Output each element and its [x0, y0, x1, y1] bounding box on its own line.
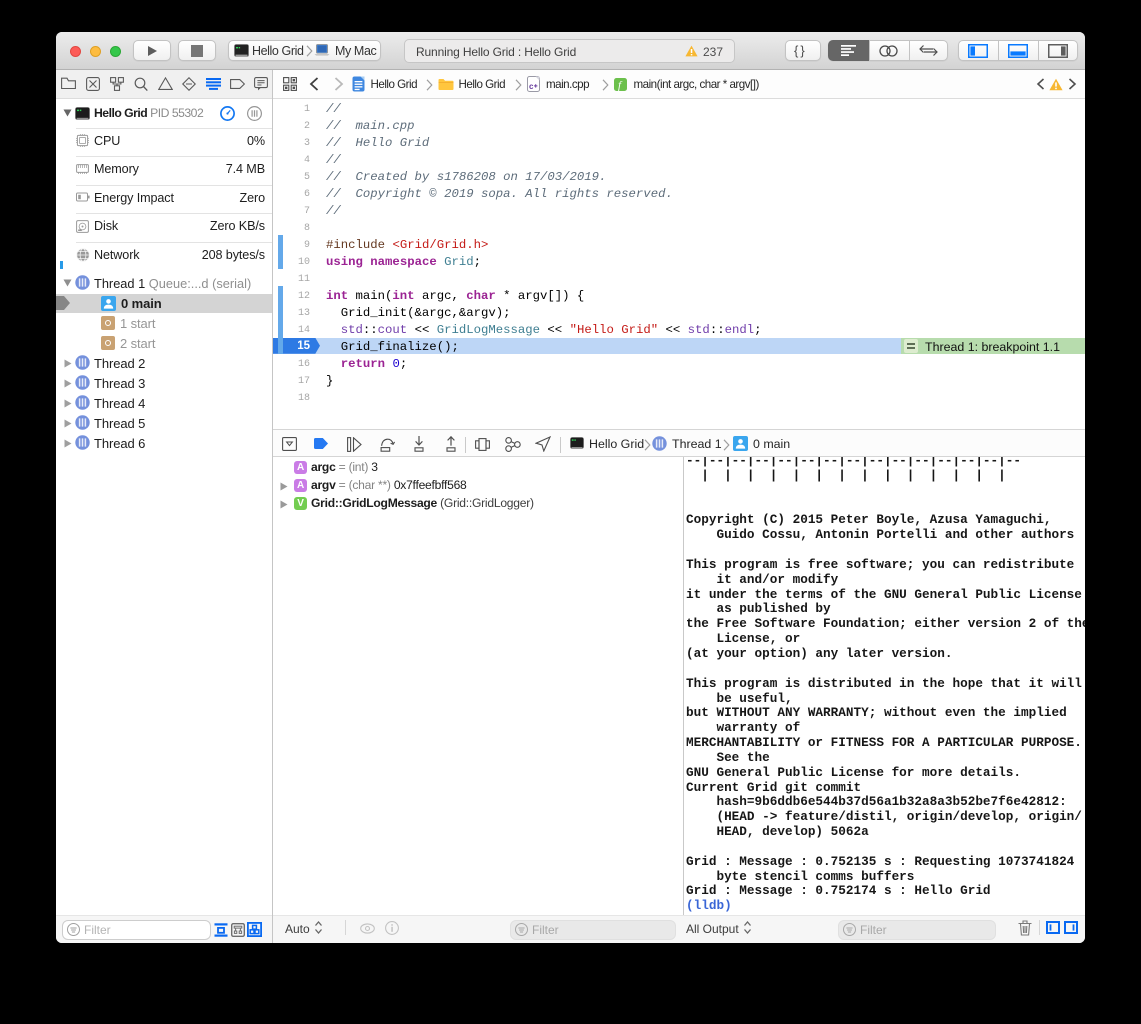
svg-text:c: c [529, 82, 534, 91]
